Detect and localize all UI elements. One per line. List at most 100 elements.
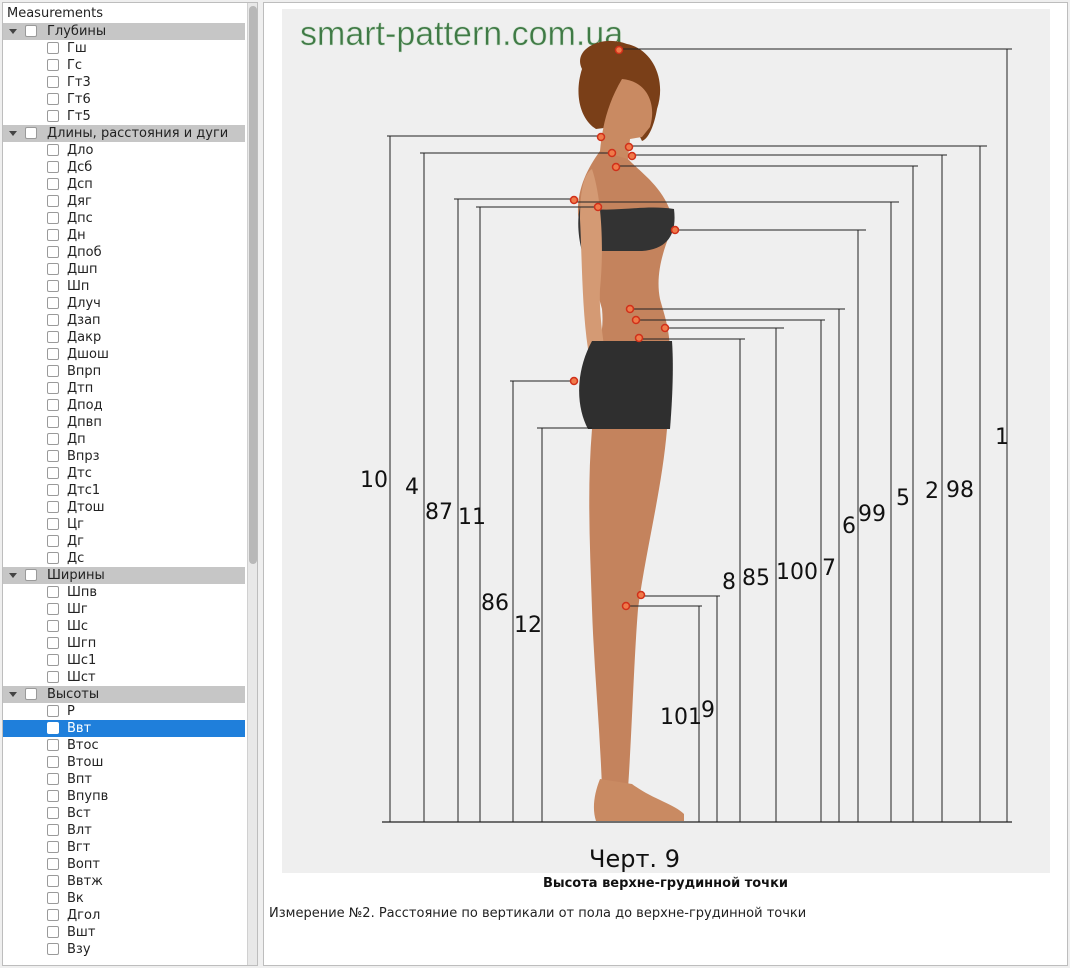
item-checkbox[interactable] xyxy=(47,59,59,71)
expand-arrow-icon[interactable] xyxy=(9,131,17,136)
group-checkbox[interactable] xyxy=(25,569,37,581)
tree-item[interactable]: Вшт xyxy=(3,924,245,941)
tree-item[interactable]: Гс xyxy=(3,57,245,74)
item-checkbox[interactable] xyxy=(47,858,59,870)
item-checkbox[interactable] xyxy=(47,195,59,207)
group-checkbox[interactable] xyxy=(25,127,37,139)
tree-item[interactable]: Вопт xyxy=(3,856,245,873)
item-checkbox[interactable] xyxy=(47,433,59,445)
item-checkbox[interactable] xyxy=(47,739,59,751)
item-checkbox[interactable] xyxy=(47,280,59,292)
tree-item[interactable]: Взу xyxy=(3,941,245,958)
tree-item[interactable]: Дпод xyxy=(3,397,245,414)
tree-item[interactable]: Шгп xyxy=(3,635,245,652)
item-checkbox[interactable] xyxy=(47,841,59,853)
item-checkbox[interactable] xyxy=(47,705,59,717)
tree-item[interactable]: Дсб xyxy=(3,159,245,176)
item-checkbox[interactable] xyxy=(47,297,59,309)
item-checkbox[interactable] xyxy=(47,620,59,632)
item-checkbox[interactable] xyxy=(47,399,59,411)
tree-item[interactable]: Дяг xyxy=(3,193,245,210)
tree-item[interactable]: Шг xyxy=(3,601,245,618)
measurements-tree[interactable]: Measurements Глубины Гш Гс Гт3 Гт6 Гт5 Длины, … xyxy=(2,2,258,966)
item-checkbox[interactable] xyxy=(47,212,59,224)
tree-item[interactable]: Дпоб xyxy=(3,244,245,261)
tree-item[interactable]: Гт5 xyxy=(3,108,245,125)
tree-group[interactable]: Длины, расстояния и дуги xyxy=(3,125,245,142)
tree-item[interactable]: Шс1 xyxy=(3,652,245,669)
tree-item[interactable]: Вк xyxy=(3,890,245,907)
expand-arrow-icon[interactable] xyxy=(9,573,17,578)
tree-item[interactable]: Р xyxy=(3,703,245,720)
item-checkbox[interactable] xyxy=(47,484,59,496)
tree-item[interactable]: Гш xyxy=(3,40,245,57)
group-checkbox[interactable] xyxy=(25,25,37,37)
tree-item[interactable]: Дакр xyxy=(3,329,245,346)
tree-item[interactable]: Дн xyxy=(3,227,245,244)
tree-item[interactable]: Дшп xyxy=(3,261,245,278)
item-checkbox[interactable] xyxy=(47,773,59,785)
tree-item[interactable]: Дпвп xyxy=(3,414,245,431)
tree-item[interactable]: Ввт xyxy=(3,720,245,737)
expand-arrow-icon[interactable] xyxy=(9,692,17,697)
item-checkbox[interactable] xyxy=(47,552,59,564)
tree-scrollbar[interactable] xyxy=(247,3,257,965)
item-checkbox[interactable] xyxy=(47,246,59,258)
item-checkbox[interactable] xyxy=(47,790,59,802)
tree-item[interactable]: Дтп xyxy=(3,380,245,397)
tree-item[interactable]: Гт6 xyxy=(3,91,245,108)
tree-item[interactable]: Втош xyxy=(3,754,245,771)
item-checkbox[interactable] xyxy=(47,909,59,921)
item-checkbox[interactable] xyxy=(47,331,59,343)
item-checkbox[interactable] xyxy=(47,603,59,615)
tree-item[interactable]: Дтс1 xyxy=(3,482,245,499)
group-checkbox[interactable] xyxy=(25,688,37,700)
expand-arrow-icon[interactable] xyxy=(9,29,17,34)
item-checkbox[interactable] xyxy=(47,382,59,394)
tree-item[interactable]: Впрп xyxy=(3,363,245,380)
tree-item[interactable]: Гт3 xyxy=(3,74,245,91)
tree-item[interactable]: Впупв xyxy=(3,788,245,805)
tree-item[interactable]: Дпс xyxy=(3,210,245,227)
item-checkbox[interactable] xyxy=(47,348,59,360)
tree-item[interactable]: Шст xyxy=(3,669,245,686)
tree-item[interactable]: Вгт xyxy=(3,839,245,856)
item-checkbox[interactable] xyxy=(47,416,59,428)
item-checkbox[interactable] xyxy=(47,926,59,938)
tree-item[interactable]: Дтош xyxy=(3,499,245,516)
tree-item[interactable]: Дшош xyxy=(3,346,245,363)
item-checkbox[interactable] xyxy=(47,586,59,598)
item-checkbox[interactable] xyxy=(47,42,59,54)
tree-item[interactable]: Ввтж xyxy=(3,873,245,890)
tree-item[interactable]: Цг xyxy=(3,516,245,533)
item-checkbox[interactable] xyxy=(47,450,59,462)
item-checkbox[interactable] xyxy=(47,93,59,105)
item-checkbox[interactable] xyxy=(47,229,59,241)
item-checkbox[interactable] xyxy=(47,178,59,190)
tree-item[interactable]: Дсп xyxy=(3,176,245,193)
item-checkbox[interactable] xyxy=(47,110,59,122)
tree-item[interactable]: Дтс xyxy=(3,465,245,482)
item-checkbox[interactable] xyxy=(47,671,59,683)
tree-item[interactable]: Втос xyxy=(3,737,245,754)
tree-scrollbar-thumb[interactable] xyxy=(249,6,257,564)
item-checkbox[interactable] xyxy=(47,654,59,666)
tree-item[interactable]: Шп xyxy=(3,278,245,295)
item-checkbox[interactable] xyxy=(47,518,59,530)
tree-item[interactable]: Дс xyxy=(3,550,245,567)
item-checkbox[interactable] xyxy=(47,263,59,275)
item-checkbox[interactable] xyxy=(47,875,59,887)
tree-item[interactable]: Дзап xyxy=(3,312,245,329)
item-checkbox[interactable] xyxy=(47,467,59,479)
item-checkbox[interactable] xyxy=(47,76,59,88)
item-checkbox[interactable] xyxy=(47,314,59,326)
item-checkbox[interactable] xyxy=(47,365,59,377)
tree-group[interactable]: Высоты xyxy=(3,686,245,703)
tree-item[interactable]: Дгол xyxy=(3,907,245,924)
tree-item[interactable]: Влт xyxy=(3,822,245,839)
item-checkbox[interactable] xyxy=(47,943,59,955)
item-checkbox[interactable] xyxy=(47,824,59,836)
tree-item[interactable]: Дг xyxy=(3,533,245,550)
item-checkbox[interactable] xyxy=(47,892,59,904)
tree-group[interactable]: Глубины xyxy=(3,23,245,40)
